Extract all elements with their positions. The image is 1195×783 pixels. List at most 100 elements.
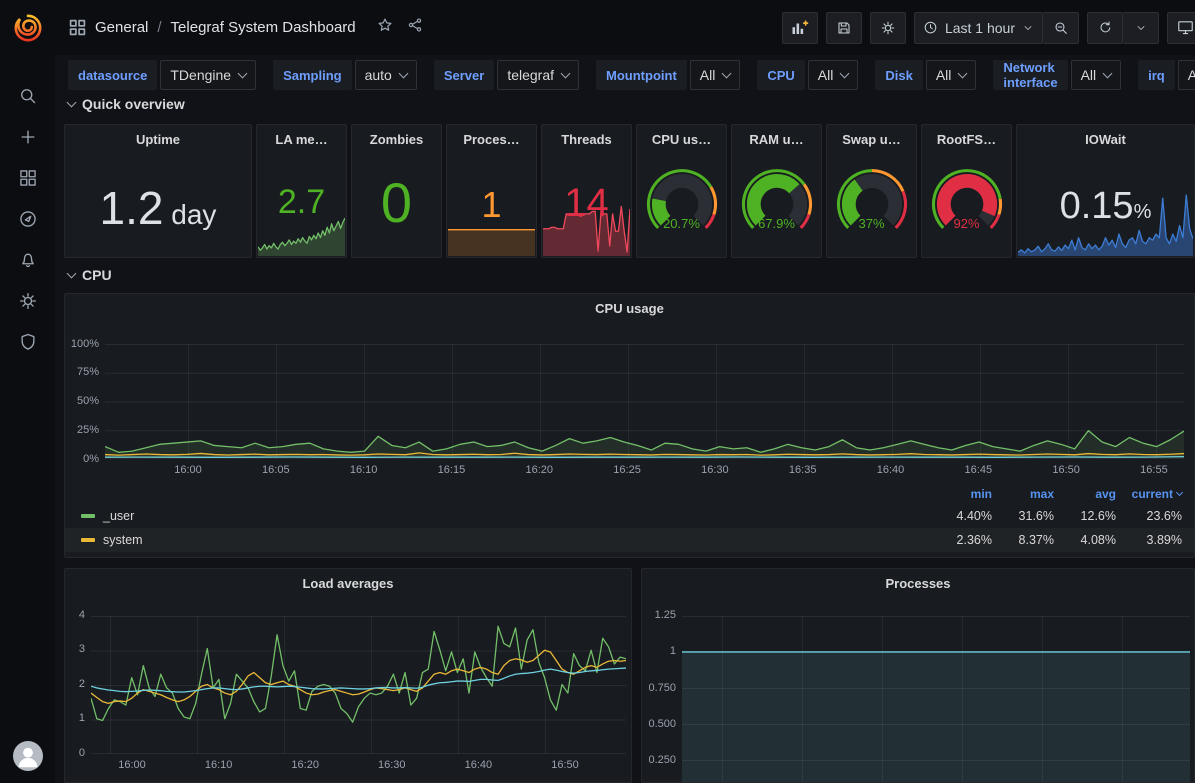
panel-title[interactable]: RAM u… — [732, 125, 821, 147]
panel-title[interactable]: RootFS… — [922, 125, 1011, 147]
legend-series-nice[interactable]: nice — [81, 557, 930, 558]
stat-value: 0 — [352, 175, 441, 231]
dashboard-variables-bar: datasourceTDengine Samplingauto Serverte… — [55, 55, 1195, 95]
variable-mountpoint: MountpointAll — [596, 60, 740, 90]
refresh-button[interactable] — [1087, 12, 1123, 44]
save-dashboard-button[interactable] — [826, 12, 862, 44]
x-axis: 16:0016:1016:2016:3016:4016:50 — [114, 759, 583, 771]
panel-title[interactable]: Uptime — [65, 125, 251, 147]
y-axis-tick: 50% — [65, 395, 99, 408]
variable-label: Sampling — [273, 60, 352, 90]
refresh-interval-dropdown[interactable] — [1123, 12, 1159, 44]
kiosk-mode-button[interactable] — [1167, 12, 1195, 44]
panel-cpu-usage-gauge: CPU us… 20.7% — [636, 124, 727, 258]
panel-processes-stat: Proces… 1 — [446, 124, 537, 258]
variable-sampling: Samplingauto — [273, 60, 417, 90]
variable-label: Disk — [875, 60, 922, 90]
dashboard-settings-button[interactable] — [870, 12, 906, 44]
y-axis-tick: 100% — [65, 338, 99, 351]
variable-irq: irqAll — [1138, 60, 1195, 90]
variable-value-dropdown[interactable]: All — [808, 60, 859, 90]
dashboard-title[interactable]: Telegraf System Dashboard — [171, 19, 356, 36]
dashboards-icon[interactable] — [17, 167, 39, 189]
legend-sort-avg[interactable]: avg — [1054, 487, 1116, 501]
gauge-value: 20.7% — [637, 216, 726, 231]
panel-uptime: Uptime 1.2 day — [64, 124, 252, 258]
share-icon[interactable] — [407, 17, 423, 38]
panel-threads: Threads 14 — [541, 124, 632, 258]
explore-compass-icon[interactable] — [17, 208, 39, 230]
panel-title[interactable]: Processes — [642, 569, 1194, 591]
panel-load-averages: Load averages 4 3 2 1 0 16:0016:1016:201… — [64, 568, 632, 783]
series-swatch — [81, 538, 95, 542]
variable-value-dropdown[interactable]: TDengine — [160, 60, 256, 90]
variable-cpu: CPUAll — [757, 60, 858, 90]
grafana-logo[interactable] — [0, 0, 55, 55]
panel-title[interactable]: CPU us… — [637, 125, 726, 147]
create-plus-icon[interactable] — [17, 126, 39, 148]
gauge-value: 37% — [827, 216, 916, 231]
y-axis-tick: 0% — [65, 453, 99, 466]
panel-title[interactable]: Load averages — [65, 569, 631, 591]
star-icon[interactable] — [377, 17, 393, 38]
y-axis-tick: 1 — [642, 645, 676, 658]
chevron-down-icon — [561, 68, 571, 78]
legend-series-user[interactable]: _user — [81, 509, 930, 523]
dashboard-grid-icon — [69, 19, 86, 36]
variable-network-interface: Network interfaceAll — [993, 60, 1121, 90]
alerting-bell-icon[interactable] — [17, 249, 39, 271]
user-avatar[interactable] — [13, 741, 43, 771]
legend-sort-min[interactable]: min — [930, 487, 992, 501]
admin-shield-icon[interactable] — [17, 331, 39, 353]
panel-zombies: Zombies 0 — [351, 124, 442, 258]
search-icon[interactable] — [17, 85, 39, 107]
variable-value-dropdown[interactable]: auto — [355, 60, 417, 90]
panel-title[interactable]: Zombies — [352, 125, 441, 147]
load-averages-plot[interactable] — [91, 616, 626, 754]
variable-value-dropdown[interactable]: All — [1071, 60, 1122, 90]
variable-label: irq — [1138, 60, 1175, 90]
legend-series-system[interactable]: system — [81, 533, 930, 547]
legend-sort-max[interactable]: max — [992, 487, 1054, 501]
add-panel-button[interactable] — [782, 12, 818, 44]
series-swatch — [81, 514, 95, 518]
processes-plot[interactable] — [682, 616, 1190, 782]
legend-sort-current[interactable]: current — [1116, 487, 1182, 501]
panel-title[interactable]: IOWait — [1017, 125, 1194, 147]
variable-value-dropdown[interactable]: All — [926, 60, 977, 90]
chevron-down-icon — [238, 68, 248, 78]
section-quick-overview[interactable]: Quick overview — [68, 96, 185, 112]
legend-row: system 2.36%8.37%4.08%3.89% — [65, 528, 1194, 552]
y-axis-tick: 2 — [65, 678, 85, 691]
time-range-picker[interactable]: Last 1 hour — [914, 12, 1043, 44]
gauge-value: 67.9% — [732, 216, 821, 231]
panel-title[interactable]: Threads — [542, 125, 631, 147]
y-axis-tick: 1.25 — [642, 609, 676, 622]
configuration-gear-icon[interactable] — [17, 290, 39, 312]
panel-title[interactable]: CPU usage — [65, 294, 1194, 316]
sort-chevron-icon — [1176, 489, 1183, 496]
panel-cpu-usage: CPU usage 100% 75% 50% 25% 0% 16:0016:05… — [64, 293, 1195, 558]
panel-la-medium: LA me… 2.7 — [256, 124, 347, 258]
breadcrumb-folder[interactable]: General — [95, 19, 148, 36]
legend-row: _user 4.40%31.6%12.6%23.6% — [65, 504, 1194, 528]
top-navbar: General / Telegraf System Dashboard Last… — [55, 0, 1195, 55]
zoom-out-time-button[interactable] — [1043, 12, 1079, 44]
variable-value-dropdown[interactable]: All — [690, 60, 741, 90]
panel-title[interactable]: Swap u… — [827, 125, 916, 147]
panel-title[interactable]: LA me… — [257, 125, 346, 147]
variable-value-dropdown[interactable]: All — [1178, 60, 1195, 90]
variable-datasource: datasourceTDengine — [68, 60, 256, 90]
variable-value-dropdown[interactable]: telegraf — [497, 60, 579, 90]
y-axis-tick: 0.750 — [642, 682, 676, 695]
breadcrumb-separator: / — [157, 19, 161, 36]
legend-row: nice 0.696%1.11%1.10%1.24% — [65, 552, 1194, 558]
variable-label: Server — [434, 60, 494, 90]
section-cpu[interactable]: CPU — [68, 267, 112, 283]
panel-swap-usage-gauge: Swap u… 37% — [826, 124, 917, 258]
cpu-usage-plot[interactable] — [105, 344, 1184, 459]
panel-title[interactable]: Proces… — [447, 125, 536, 147]
chevron-down-icon — [398, 68, 408, 78]
quick-overview-row: Uptime 1.2 day LA me… 2.7 Zombies 0 Proc… — [64, 124, 1195, 258]
stat-value: 0.15% — [1017, 187, 1194, 225]
